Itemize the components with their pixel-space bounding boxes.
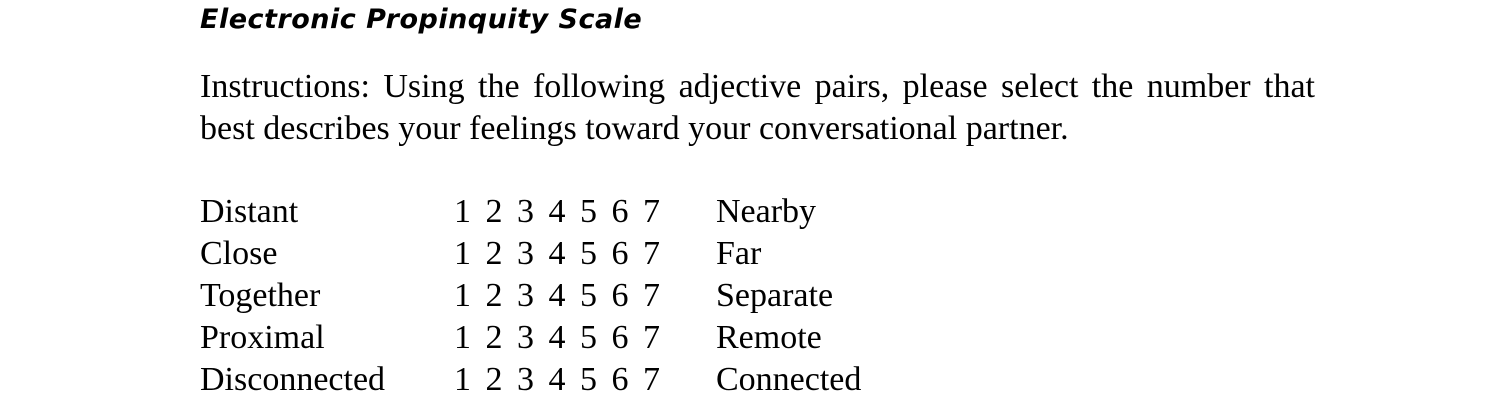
rating-option-5[interactable]: 5: [580, 275, 612, 317]
rating-option-6[interactable]: 6: [612, 317, 644, 359]
right-adjective: Separate: [716, 277, 834, 314]
document-title: Electronic Propinquity Scale: [200, 4, 643, 35]
rating-option-7[interactable]: 7: [643, 233, 675, 275]
rating-option-3[interactable]: 3: [517, 317, 549, 359]
rating-option-2[interactable]: 2: [486, 191, 518, 233]
rating-option-2[interactable]: 2: [486, 275, 518, 317]
rating-option-7[interactable]: 7: [643, 275, 675, 317]
rating-option-7[interactable]: 7: [643, 359, 675, 401]
instructions-text: Instructions: Using the following adject…: [200, 68, 1315, 147]
rating-options: 1 2 3 4 5 6 7: [454, 359, 675, 401]
right-adjective: Nearby: [716, 193, 817, 230]
rating-option-4[interactable]: 4: [549, 275, 581, 317]
rating-option-5[interactable]: 5: [580, 233, 612, 275]
rating-option-3[interactable]: 3: [517, 191, 549, 233]
rating-option-2[interactable]: 2: [486, 359, 518, 401]
rating-option-1[interactable]: 1: [454, 233, 486, 275]
rating-option-3[interactable]: 3: [517, 359, 549, 401]
left-adjective: Close: [200, 235, 278, 272]
left-adjective: Together: [200, 277, 321, 314]
rating-option-5[interactable]: 5: [580, 191, 612, 233]
rating-option-1[interactable]: 1: [454, 191, 486, 233]
rating-option-5[interactable]: 5: [580, 317, 612, 359]
rating-option-1[interactable]: 1: [454, 359, 486, 401]
rating-options: 1 2 3 4 5 6 7: [454, 233, 675, 275]
right-adjective: Connected: [716, 361, 862, 398]
rating-options: 1 2 3 4 5 6 7: [454, 275, 675, 317]
right-adjective: Far: [716, 235, 762, 272]
rating-option-6[interactable]: 6: [612, 275, 644, 317]
rating-option-7[interactable]: 7: [643, 191, 675, 233]
right-adjective: Remote: [716, 319, 822, 356]
left-adjective: Disconnected: [200, 361, 386, 398]
rating-option-2[interactable]: 2: [486, 233, 518, 275]
rating-option-6[interactable]: 6: [612, 233, 644, 275]
rating-option-4[interactable]: 4: [549, 317, 581, 359]
rating-option-4[interactable]: 4: [549, 233, 581, 275]
left-adjective: Proximal: [200, 319, 325, 356]
rating-option-1[interactable]: 1: [454, 275, 486, 317]
rating-options: 1 2 3 4 5 6 7: [454, 191, 675, 233]
rating-option-7[interactable]: 7: [643, 317, 675, 359]
rating-option-2[interactable]: 2: [486, 317, 518, 359]
rating-option-5[interactable]: 5: [580, 359, 612, 401]
rating-option-1[interactable]: 1: [454, 317, 486, 359]
rating-options: 1 2 3 4 5 6 7: [454, 317, 675, 359]
rating-option-3[interactable]: 3: [517, 233, 549, 275]
rating-option-3[interactable]: 3: [517, 275, 549, 317]
rating-option-4[interactable]: 4: [549, 191, 581, 233]
rating-option-6[interactable]: 6: [612, 359, 644, 401]
rating-option-4[interactable]: 4: [549, 359, 581, 401]
rating-option-6[interactable]: 6: [612, 191, 644, 233]
left-adjective: Distant: [200, 193, 299, 230]
